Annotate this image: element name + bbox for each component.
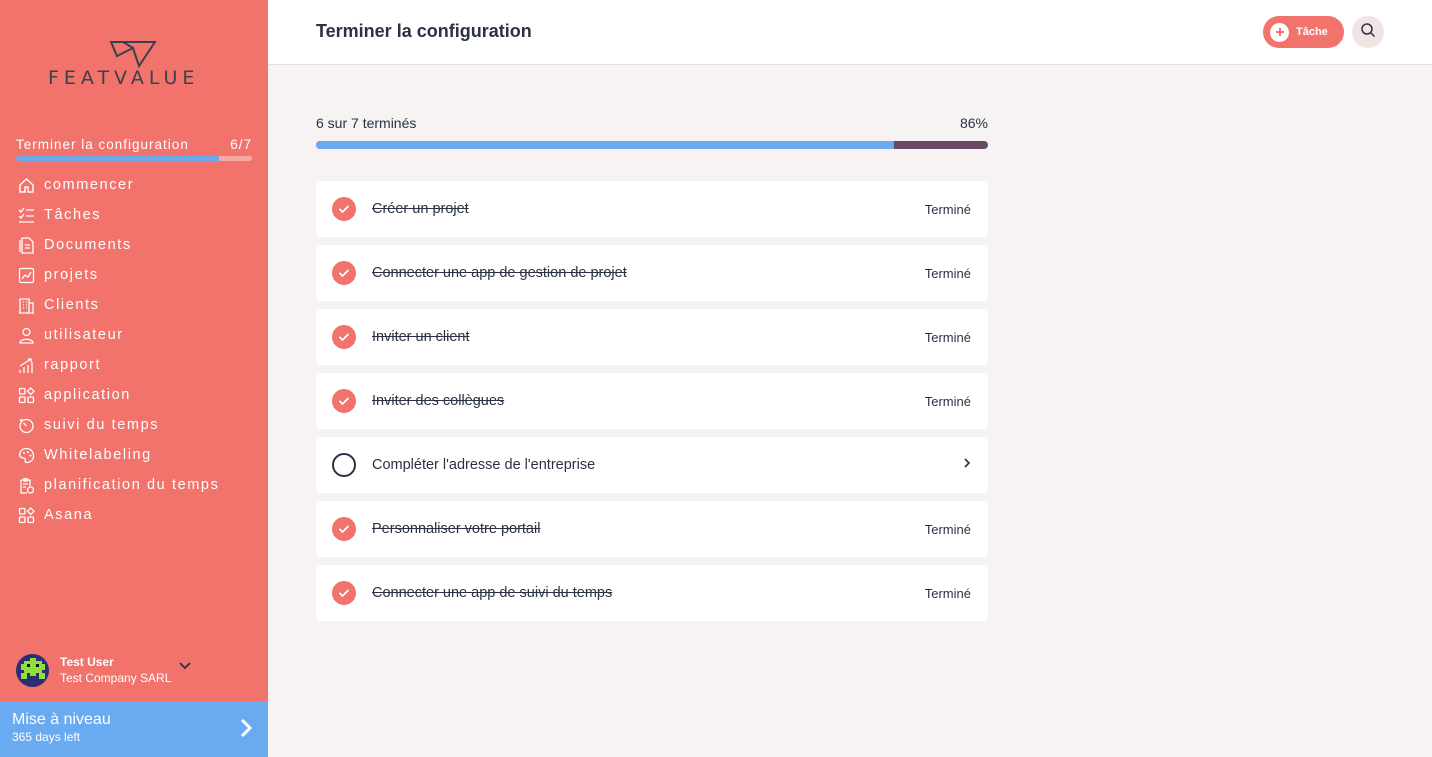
search-icon bbox=[1360, 22, 1376, 43]
sidebar-item-clients[interactable]: Clients bbox=[16, 290, 256, 320]
sidebar-item-label: Documents bbox=[44, 237, 132, 253]
task-status: Terminé bbox=[924, 201, 971, 217]
task-item[interactable]: Inviter des collègues Terminé bbox=[316, 373, 988, 429]
search-button[interactable] bbox=[1352, 16, 1384, 48]
setup-count: 6/7 bbox=[230, 137, 252, 152]
sidebar-item-label: planification du temps bbox=[44, 477, 220, 493]
user-name: Test User bbox=[60, 655, 114, 669]
task-title: Connecter une app de suivi du temps bbox=[372, 585, 613, 601]
task-title: Inviter des collègues bbox=[372, 393, 505, 409]
task-title: Personnaliser votre portail bbox=[372, 521, 541, 537]
plus-icon bbox=[1270, 22, 1289, 42]
sidebar-item-application[interactable]: application bbox=[16, 380, 256, 410]
task-item[interactable]: Compléter l'adresse de l'entreprise bbox=[316, 437, 988, 493]
sidebar-item-planification-du-temps[interactable]: planification du temps bbox=[16, 470, 256, 500]
task-item[interactable]: Connecter une app de suivi du temps Termi… bbox=[316, 565, 988, 621]
task-item[interactable]: Connecter une app de gestion de projet Te… bbox=[316, 245, 988, 301]
chevron-right-icon bbox=[963, 456, 971, 474]
chevron-down-icon[interactable] bbox=[179, 657, 192, 675]
sidebar-item-asana[interactable]: Asana bbox=[16, 500, 256, 530]
check-circle-icon bbox=[332, 197, 356, 221]
task-item[interactable]: Inviter un client Terminé bbox=[316, 309, 988, 365]
report-icon bbox=[16, 355, 36, 375]
logo: FEATVALUE bbox=[48, 40, 220, 89]
timer-icon bbox=[16, 415, 36, 435]
sidebar-item-label: Asana bbox=[44, 507, 94, 523]
progress-header: 6 sur 7 terminés 86% bbox=[316, 115, 988, 131]
palette-icon bbox=[16, 445, 36, 465]
upgrade-subtitle: 365 days left bbox=[12, 730, 81, 744]
sidebar-item-label: suivi du temps bbox=[44, 417, 160, 433]
documents-icon bbox=[16, 235, 36, 255]
task-status: Terminé bbox=[924, 329, 971, 345]
home-icon bbox=[16, 175, 36, 195]
user-menu[interactable]: Test User Test Company SARL bbox=[16, 652, 256, 688]
sidebar-item-label: rapport bbox=[44, 357, 102, 373]
sidebar-item-projets[interactable]: projets bbox=[16, 260, 256, 290]
chevron-right-icon bbox=[240, 718, 253, 743]
add-task-label: Tâche bbox=[1296, 26, 1328, 38]
sidebar-item-rapport[interactable]: rapport bbox=[16, 350, 256, 380]
sidebar-item-suivi-du-temps[interactable]: suivi du temps bbox=[16, 410, 256, 440]
task-list: Créer un projet Terminé Connecter une app … bbox=[316, 181, 988, 629]
check-circle-icon bbox=[332, 517, 356, 541]
logo-mark-icon bbox=[109, 41, 157, 68]
sidebar-item-commencer[interactable]: commencer bbox=[16, 170, 256, 200]
user-company: Test Company SARL bbox=[60, 671, 172, 685]
progress-fill bbox=[316, 141, 894, 149]
sidebar-item-label: projets bbox=[44, 267, 99, 283]
setup-label: Terminer la configuration bbox=[16, 137, 189, 152]
task-status: Terminé bbox=[924, 393, 971, 409]
sidebar-nav: commencer Tâches Documents projets Clien… bbox=[16, 170, 256, 530]
task-item[interactable]: Créer un projet Terminé bbox=[316, 181, 988, 237]
schedule-icon bbox=[16, 475, 36, 495]
task-status: Terminé bbox=[924, 585, 971, 601]
sidebar-item-label: application bbox=[44, 387, 131, 403]
check-circle-icon bbox=[332, 325, 356, 349]
setup-progress[interactable]: Terminer la configuration 6/7 bbox=[16, 137, 252, 161]
setup-progress-bar bbox=[16, 156, 252, 161]
sidebar-item-utilisateur[interactable]: utilisateur bbox=[16, 320, 256, 350]
brand-name: FEATVALUE bbox=[48, 67, 200, 89]
task-title: Connecter une app de gestion de projet bbox=[372, 265, 627, 281]
task-title: Inviter un client bbox=[372, 329, 470, 345]
sidebar-item-taches[interactable]: Tâches bbox=[16, 200, 256, 230]
sidebar-item-label: commencer bbox=[44, 177, 135, 193]
sidebar-item-label: utilisateur bbox=[44, 327, 124, 343]
progress-percent: 86% bbox=[959, 115, 988, 131]
sidebar-item-label: Clients bbox=[44, 297, 100, 313]
avatar bbox=[16, 653, 49, 687]
asana-icon bbox=[16, 505, 36, 525]
projects-icon bbox=[16, 265, 36, 285]
top-bar: Terminer la configuration Tâche bbox=[268, 0, 1432, 65]
sidebar-item-documents[interactable]: Documents bbox=[16, 230, 256, 260]
page-title: Terminer la configuration bbox=[316, 21, 532, 41]
progress-bar bbox=[316, 141, 988, 149]
sidebar: FEATVALUE Terminer la configuration 6/7 … bbox=[0, 0, 268, 757]
progress-label: 6 sur 7 terminés bbox=[316, 115, 417, 131]
upgrade-banner[interactable]: Mise à niveau 365 days left bbox=[0, 701, 268, 757]
task-title: Créer un projet bbox=[372, 201, 469, 217]
empty-circle-icon bbox=[332, 453, 356, 477]
user-icon bbox=[16, 325, 36, 345]
task-item[interactable]: Personnaliser votre portail Terminé bbox=[316, 501, 988, 557]
task-status: Terminé bbox=[924, 521, 971, 537]
tasks-icon bbox=[16, 205, 36, 225]
check-circle-icon bbox=[332, 581, 356, 605]
task-title: Compléter l'adresse de l'entreprise bbox=[372, 457, 596, 473]
sidebar-item-label: Whitelabeling bbox=[44, 447, 152, 463]
clients-icon bbox=[16, 295, 36, 315]
check-circle-icon bbox=[332, 389, 356, 413]
check-circle-icon bbox=[332, 261, 356, 285]
sidebar-item-label: Tâches bbox=[44, 207, 102, 223]
sidebar-item-whitelabeling[interactable]: Whitelabeling bbox=[16, 440, 256, 470]
setup-progress-fill bbox=[16, 156, 219, 161]
task-status: Terminé bbox=[924, 265, 971, 281]
upgrade-title: Mise à niveau bbox=[12, 711, 111, 728]
add-task-button[interactable]: Tâche bbox=[1263, 16, 1344, 48]
apps-icon bbox=[16, 385, 36, 405]
